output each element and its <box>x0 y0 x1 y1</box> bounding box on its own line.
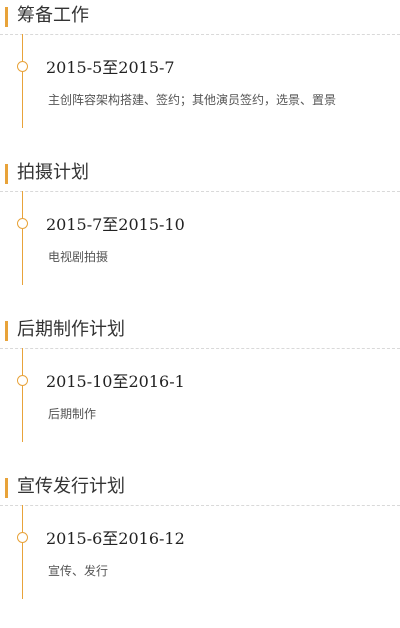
item-date: 2015-5至2015-7 <box>46 58 175 77</box>
timeline-dot-icon <box>17 61 28 72</box>
schedule-list: 筹备工作 2015-5至2015-7 主创阵容架构搭建、签约；其他演员签约，选景… <box>0 0 400 628</box>
section-distribution: 宣传发行计划 2015-6至2016-12 宣传、发行 <box>0 471 400 628</box>
accent-bar <box>5 478 8 498</box>
section-header: 宣传发行计划 <box>0 471 400 506</box>
section-header: 拍摄计划 <box>0 157 400 192</box>
item-date: 2015-7至2015-10 <box>46 215 185 234</box>
accent-bar <box>5 7 8 27</box>
item-description: 电视剧拍摄 <box>48 250 109 264</box>
section-header: 后期制作计划 <box>0 314 400 349</box>
timeline-line <box>22 191 23 285</box>
timeline-line <box>22 34 23 128</box>
item-date: 2015-6至2016-12 <box>46 529 185 548</box>
section-post-production: 后期制作计划 2015-10至2016-1 后期制作 <box>0 314 400 471</box>
timeline-line <box>22 348 23 442</box>
section-preparation: 筹备工作 2015-5至2015-7 主创阵容架构搭建、签约；其他演员签约，选景… <box>0 0 400 157</box>
item-date: 2015-10至2016-1 <box>46 372 185 391</box>
section-title: 后期制作计划 <box>17 319 125 340</box>
section-title: 筹备工作 <box>17 5 89 26</box>
item-description: 主创阵容架构搭建、签约；其他演员签约，选景、置景 <box>48 93 337 107</box>
section-shooting: 拍摄计划 2015-7至2015-10 电视剧拍摄 <box>0 157 400 314</box>
item-description: 宣传、发行 <box>48 564 109 578</box>
item-description: 后期制作 <box>48 407 97 421</box>
section-title: 宣传发行计划 <box>17 476 125 497</box>
timeline-dot-icon <box>17 532 28 543</box>
accent-bar <box>5 321 8 341</box>
accent-bar <box>5 164 8 184</box>
timeline-line <box>22 505 23 599</box>
section-title: 拍摄计划 <box>17 162 89 183</box>
timeline-dot-icon <box>17 218 28 229</box>
section-header: 筹备工作 <box>0 0 400 35</box>
timeline-dot-icon <box>17 375 28 386</box>
